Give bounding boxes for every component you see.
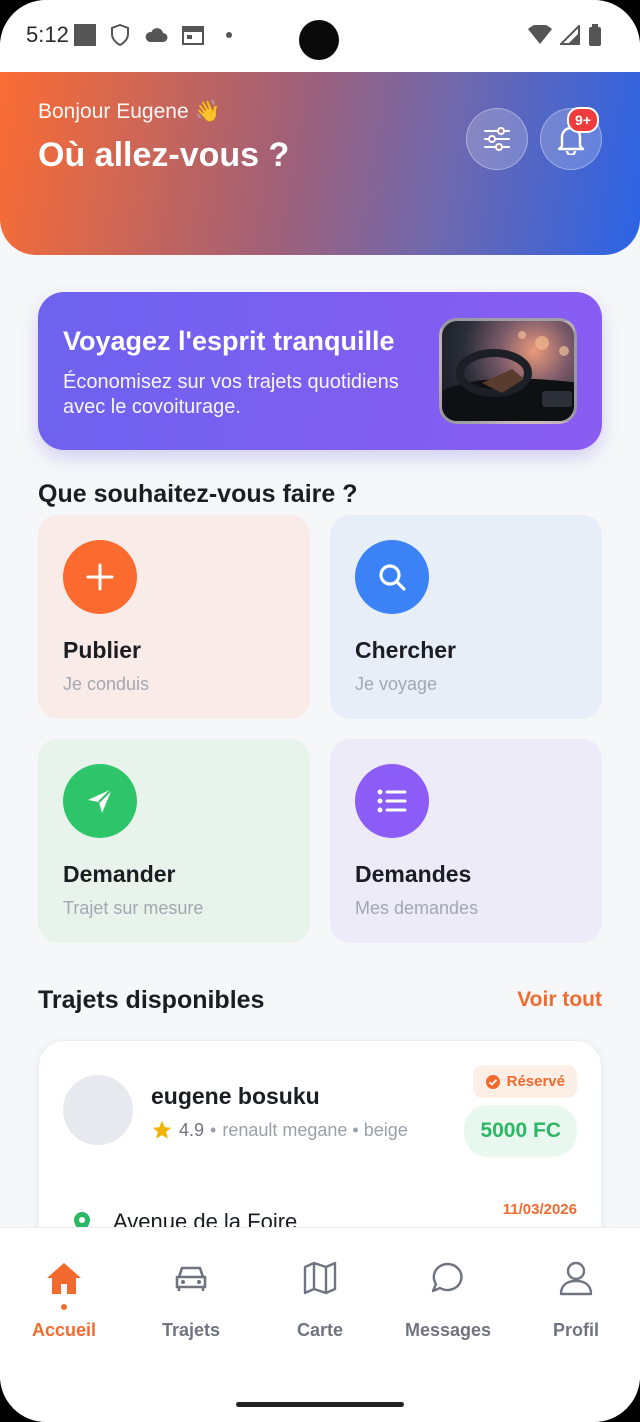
requests-title: Demandes: [355, 861, 472, 887]
notification-badge: 9+: [567, 107, 599, 133]
status-icons-left: [74, 24, 232, 46]
star-icon: [152, 1120, 172, 1139]
request-subtitle: Trajet sur mesure: [63, 898, 204, 918]
status-badge: Réservé: [472, 1065, 577, 1098]
nav-label: Messages: [404, 1320, 492, 1340]
publish-circle: [63, 540, 137, 614]
camera-cutout: [299, 20, 339, 60]
battery-icon: [589, 24, 601, 46]
requests-card[interactable]: Demandes Mes demandes: [330, 739, 602, 943]
nav-label: Trajets: [161, 1320, 221, 1340]
see-all-link[interactable]: Voir tout: [517, 988, 602, 1012]
dot-icon: [226, 32, 232, 38]
shield-icon: [111, 24, 129, 46]
publish-card[interactable]: Publier Je conduis: [38, 515, 310, 719]
status-label: Réservé: [506, 1073, 565, 1090]
nav-item-trajets[interactable]: Trajets: [136, 1258, 246, 1341]
nav-item-messages[interactable]: Messages: [393, 1258, 503, 1341]
search-card[interactable]: Chercher Je voyage: [330, 515, 602, 719]
home-icon: [47, 1263, 81, 1294]
app-screen: 5:12 Bonjour Eugene 👋 Où allez-vous ? 9+…: [0, 0, 640, 1422]
car-icon: [175, 1266, 207, 1291]
status-bar: 5:12: [0, 0, 640, 72]
send-icon: [88, 788, 113, 813]
chat-icon: [431, 1262, 463, 1293]
driver-meta: 4.9 • renault megane • beige: [151, 1119, 408, 1141]
price-tag: 5000 FC: [464, 1105, 577, 1157]
driver-rating: 4.9: [179, 1119, 205, 1140]
sliders-icon: [484, 127, 510, 151]
notification-square-icon: [74, 24, 96, 46]
filter-button[interactable]: [466, 108, 528, 170]
requests-subtitle: Mes demandes: [355, 898, 479, 918]
request-card[interactable]: Demander Trajet sur mesure: [38, 739, 310, 943]
nav-label: Profil: [552, 1320, 599, 1340]
search-icon: [379, 564, 406, 591]
status-time: 5:12: [26, 22, 69, 47]
avatar: [63, 1075, 133, 1145]
wifi-icon: [528, 25, 552, 44]
check-circle-icon: [485, 1074, 500, 1089]
map-icon: [303, 1261, 337, 1295]
promo-image: [439, 318, 577, 424]
requests-circle: [355, 764, 429, 838]
page-title: Où allez-vous ?: [38, 136, 290, 174]
car-interior-image: [442, 331, 574, 421]
search-title: Chercher: [355, 637, 456, 663]
request-title: Demander: [63, 861, 176, 887]
promo-title: Voyagez l'esprit tranquille: [63, 326, 395, 356]
nav-label: Accueil: [31, 1320, 97, 1340]
cloud-icon: [145, 28, 168, 42]
driver-name: eugene bosuku: [151, 1083, 320, 1109]
bottom-nav: Accueil Trajets Carte Messages Profil: [0, 1227, 640, 1422]
actions-section-title: Que souhaitez-vous faire ?: [38, 480, 358, 508]
request-circle: [63, 764, 137, 838]
trip-date: 11/03/2026: [502, 1201, 577, 1218]
publish-title: Publier: [63, 637, 141, 663]
signal-icon: [560, 25, 580, 45]
calendar-icon: [182, 26, 204, 45]
promo-banner[interactable]: Voyagez l'esprit tranquille Économisez s…: [38, 292, 602, 450]
user-icon: [559, 1261, 593, 1296]
greeting: Bonjour Eugene 👋: [38, 100, 221, 123]
nav-item-accueil[interactable]: Accueil: [9, 1258, 119, 1341]
publish-subtitle: Je conduis: [63, 674, 150, 694]
search-subtitle: Je voyage: [355, 674, 438, 694]
list-icon: [377, 789, 407, 813]
nav-item-carte[interactable]: Carte: [265, 1258, 375, 1341]
search-circle: [355, 540, 429, 614]
active-dot: [61, 1304, 67, 1310]
nav-label: Carte: [296, 1320, 344, 1340]
header: Bonjour Eugene 👋 Où allez-vous ? 9+: [0, 72, 640, 255]
nav-item-profil[interactable]: Profil: [521, 1258, 631, 1341]
status-icons-right: [528, 24, 602, 46]
trips-section-title: Trajets disponibles: [38, 986, 265, 1014]
meta-separator: •: [210, 1119, 217, 1140]
vehicle-info: renault megane • beige: [222, 1119, 408, 1140]
home-indicator[interactable]: [236, 1402, 404, 1407]
promo-subtitle: Économisez sur vos trajets quotidiens av…: [63, 371, 399, 418]
plus-icon: [86, 563, 114, 591]
notifications-button[interactable]: 9+: [540, 107, 602, 170]
